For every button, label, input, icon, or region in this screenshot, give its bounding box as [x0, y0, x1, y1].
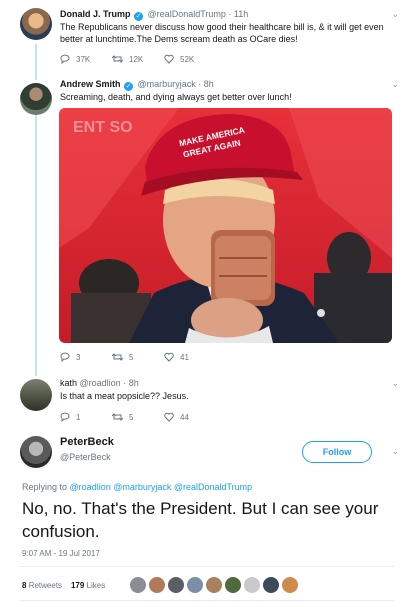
follow-button[interactable]: Follow	[302, 441, 372, 463]
retweet-icon	[112, 413, 123, 421]
reply-count: 37K	[76, 54, 91, 64]
liker-avatar[interactable]	[244, 577, 260, 593]
tweet-text: The Republicans never discuss how good t…	[60, 22, 384, 44]
avatar[interactable]	[20, 8, 52, 40]
liker-avatar[interactable]	[168, 577, 184, 593]
like-button[interactable]: 52K	[164, 54, 216, 64]
liker-avatar[interactable]	[130, 577, 146, 593]
author-name[interactable]: PeterBeck	[60, 436, 114, 448]
liker-avatars	[130, 577, 301, 593]
likes-label: Likes	[86, 581, 106, 590]
chevron-down-icon[interactable]: ⌄	[391, 378, 399, 389]
liker-avatar[interactable]	[282, 577, 298, 593]
reply-button[interactable]: 37K	[60, 54, 112, 64]
retweets-count: 8	[22, 581, 27, 590]
chevron-down-icon[interactable]: ⌄	[391, 79, 399, 90]
reply-count: 1	[76, 412, 81, 422]
reply-icon	[60, 54, 70, 64]
reply-icon	[60, 352, 70, 362]
like-button[interactable]: 41	[164, 352, 216, 362]
chevron-down-icon[interactable]: ⌄	[391, 9, 399, 20]
divider	[20, 566, 395, 567]
like-count: 41	[180, 352, 189, 362]
tweet[interactable]: Donald J. Trump ✓ @realDonaldTrump · 11h…	[0, 0, 413, 75]
heart-icon	[164, 352, 174, 362]
retweets-stat[interactable]: 8 Retweets	[22, 581, 62, 590]
likes-count: 179	[70, 581, 85, 590]
likes-stat[interactable]: 179 Likes	[71, 581, 105, 590]
author-handle[interactable]: @roadlion	[80, 378, 121, 388]
tweet-photo[interactable]: ENT SO MAKE AMERICA GREAT AGAIN	[59, 108, 392, 343]
retweet-icon	[112, 55, 123, 63]
retweet-button[interactable]: 5	[112, 412, 164, 422]
tweet-time[interactable]: 11h	[234, 9, 248, 19]
reply-icon	[60, 412, 70, 422]
retweets-label: Retweets	[28, 581, 63, 590]
avatar[interactable]	[20, 379, 52, 411]
tweet[interactable]: kath @roadlion · 8h ⌄ Is that a meat pop…	[0, 373, 413, 429]
tweet-text: Screaming, death, and dying always get b…	[60, 92, 292, 102]
replying-prefix: Replying to	[22, 482, 68, 492]
author-name[interactable]: Andrew Smith	[60, 79, 121, 89]
heart-icon	[164, 412, 174, 422]
retweet-button[interactable]: 5	[112, 352, 164, 362]
reply-button[interactable]: 3	[60, 352, 112, 362]
author-name[interactable]: kath	[60, 378, 77, 388]
retweet-count: 5	[129, 412, 134, 422]
tweet-time[interactable]: 8h	[204, 79, 214, 89]
author-handle[interactable]: @marburyjack	[138, 79, 196, 89]
reply-button[interactable]: 1	[60, 412, 112, 422]
reply-count: 3	[76, 352, 81, 362]
replying-handles[interactable]: @roadlion @marburyjack @realDonaldTrump	[70, 482, 253, 492]
retweet-button[interactable]: 12K	[112, 54, 164, 64]
tweet-timestamp[interactable]: 9:07 AM - 19 Jul 2017	[22, 549, 100, 558]
like-count: 44	[180, 412, 189, 422]
retweet-count: 5	[129, 352, 134, 362]
tweet-text: Is that a meat popsicle?? Jesus.	[60, 391, 189, 401]
author-handle[interactable]: @realDonaldTrump	[148, 9, 226, 19]
avatar[interactable]	[20, 83, 52, 115]
author-name[interactable]: Donald J. Trump	[60, 9, 131, 19]
tweet-text: No, no. That's the President. But I can …	[22, 499, 379, 541]
retweet-count: 12K	[129, 54, 144, 64]
chevron-down-icon[interactable]: ⌄	[391, 446, 399, 457]
verified-icon: ✓	[134, 12, 144, 21]
photo-illustration: ENT SO MAKE AMERICA GREAT AGAIN	[59, 108, 392, 343]
liker-avatar[interactable]	[225, 577, 241, 593]
avatar[interactable]	[20, 436, 52, 468]
tweet-time[interactable]: 8h	[129, 378, 139, 388]
heart-icon	[164, 54, 174, 64]
replying-to: Replying to @roadlion @marburyjack @real…	[22, 482, 252, 492]
retweet-icon	[112, 353, 123, 361]
liker-avatar[interactable]	[149, 577, 165, 593]
divider	[20, 600, 395, 601]
svg-text:ENT SO: ENT SO	[73, 119, 133, 136]
like-count: 52K	[180, 54, 195, 64]
engagement-stats: 8 Retweets 179 Likes	[22, 581, 105, 590]
liker-avatar[interactable]	[263, 577, 279, 593]
verified-icon: ✓	[124, 82, 134, 91]
like-button[interactable]: 44	[164, 412, 216, 422]
author-handle[interactable]: @PeterBeck	[60, 452, 111, 462]
liker-avatar[interactable]	[187, 577, 203, 593]
liker-avatar[interactable]	[206, 577, 222, 593]
